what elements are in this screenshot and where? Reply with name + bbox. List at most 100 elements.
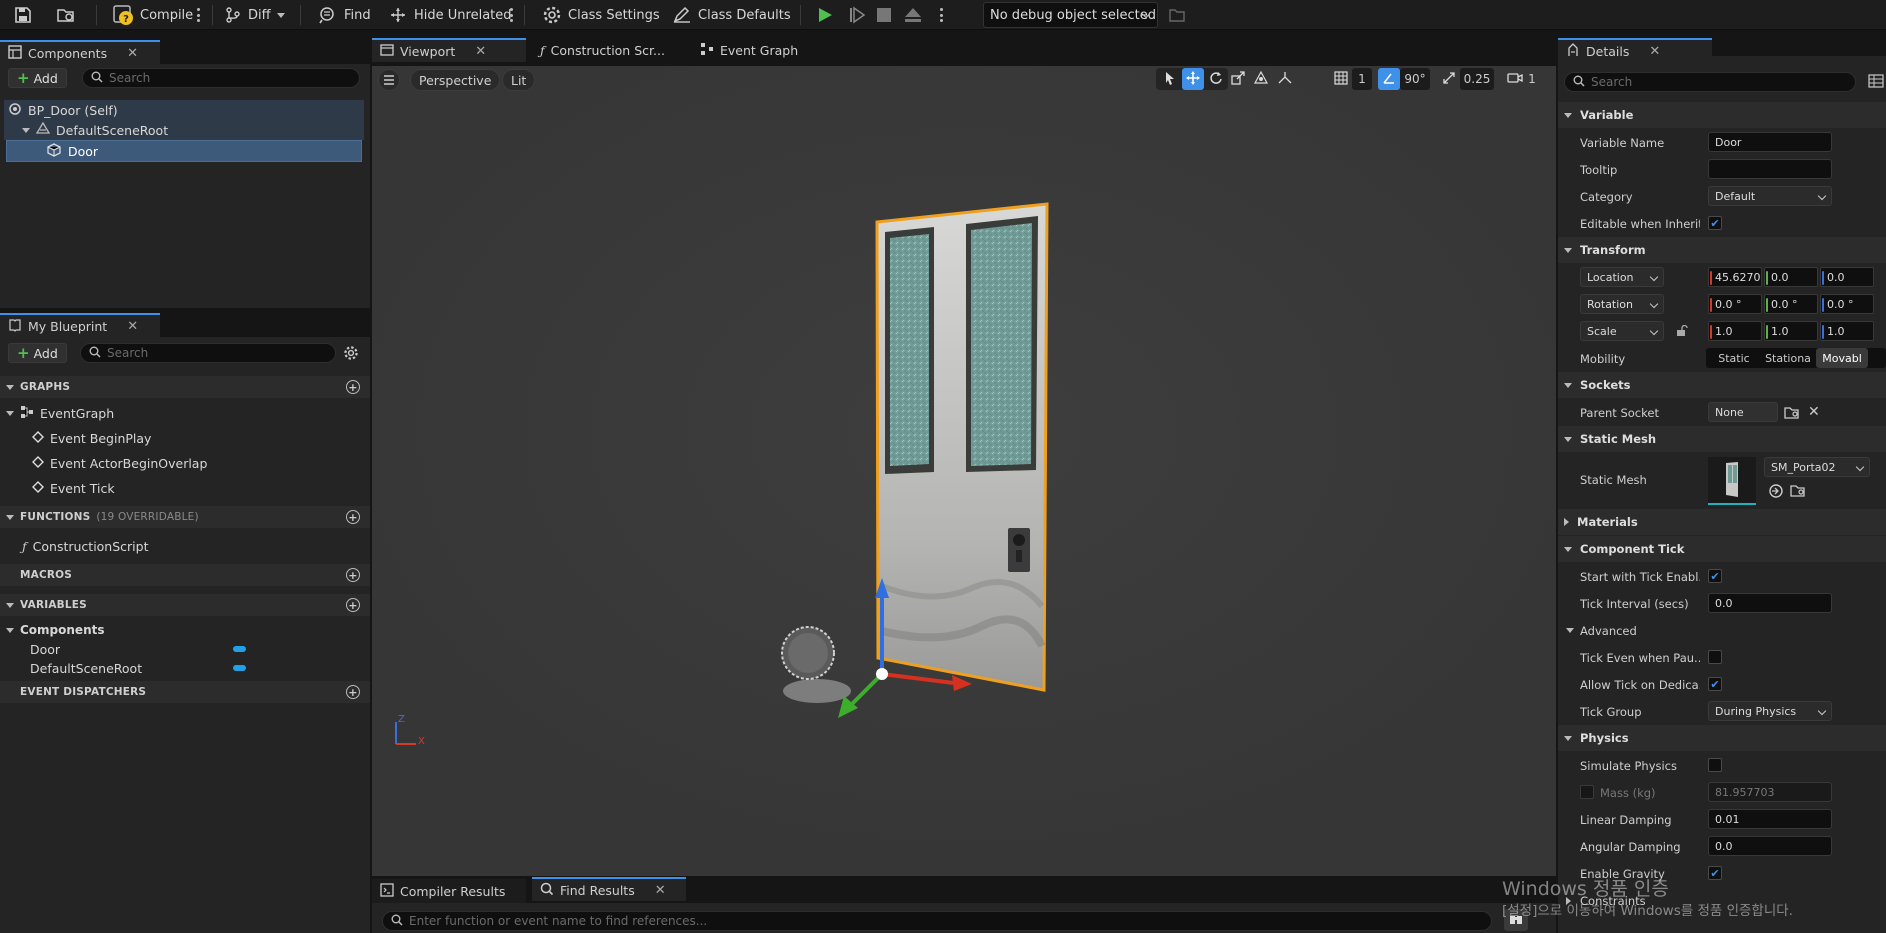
- door-mesh[interactable]: [875, 202, 1049, 692]
- angular-damping-field[interactable]: 0.0: [1708, 836, 1832, 856]
- scale-snap-toggle[interactable]: [1438, 68, 1460, 90]
- location-x-field[interactable]: 45.6270: [1708, 267, 1762, 287]
- category-dropdown[interactable]: Default: [1708, 186, 1832, 206]
- select-mode-button[interactable]: [1160, 68, 1180, 90]
- add-macro-icon[interactable]: +: [346, 568, 360, 582]
- rotation-y-field[interactable]: 0.0 °: [1764, 294, 1818, 314]
- event-dispatchers-section[interactable]: EVENT DISPATCHERS +: [0, 681, 370, 703]
- location-y-field[interactable]: 0.0: [1764, 267, 1818, 287]
- sockets-section[interactable]: Sockets: [1558, 372, 1886, 398]
- class-defaults-button[interactable]: Class Defaults: [668, 0, 795, 30]
- variable-section[interactable]: Variable: [1558, 102, 1886, 128]
- construction-script-item[interactable]: ƒ ConstructionScript: [22, 536, 370, 556]
- linear-damping-field[interactable]: 0.01: [1708, 809, 1832, 829]
- tab-details[interactable]: Details ✕: [1558, 38, 1712, 62]
- static-mesh-dropdown[interactable]: SM_Porta02: [1764, 457, 1870, 477]
- world-local-toggle[interactable]: [1250, 68, 1272, 90]
- component-tick-section[interactable]: Component Tick: [1558, 536, 1886, 562]
- event-tick-item[interactable]: Event Tick: [32, 478, 370, 498]
- eject-button[interactable]: [900, 0, 926, 30]
- rotation-x-field[interactable]: 0.0 °: [1708, 294, 1762, 314]
- grid-snap-toggle[interactable]: [1330, 68, 1352, 90]
- add-function-icon[interactable]: +: [346, 510, 360, 524]
- variable-name-field[interactable]: Door: [1708, 132, 1832, 152]
- my-blueprint-search-input[interactable]: [107, 346, 335, 360]
- tree-item-default-scene-root[interactable]: DefaultSceneRoot: [22, 120, 366, 140]
- hide-unrelated-options-menu[interactable]: [509, 8, 513, 22]
- close-icon[interactable]: ✕: [1649, 44, 1660, 59]
- find-references-input[interactable]: [409, 914, 1491, 928]
- close-icon[interactable]: ✕: [127, 319, 138, 334]
- scale-z-field[interactable]: 1.0: [1820, 321, 1874, 341]
- variable-item-default-scene-root[interactable]: DefaultSceneRoot: [30, 658, 370, 678]
- mass-override-checkbox[interactable]: [1580, 785, 1594, 799]
- transform-section[interactable]: Transform: [1558, 237, 1886, 263]
- tab-my-blueprint[interactable]: My Blueprint ✕: [0, 313, 160, 337]
- tab-components[interactable]: Components ✕: [0, 40, 160, 64]
- gear-icon[interactable]: [343, 345, 359, 364]
- physics-section[interactable]: Physics: [1558, 725, 1886, 751]
- angle-snap-toggle[interactable]: [1378, 68, 1400, 90]
- my-blueprint-search[interactable]: [80, 343, 336, 363]
- event-graph-item[interactable]: EventGraph: [6, 403, 370, 423]
- play-button[interactable]: [812, 0, 838, 30]
- lock-icon[interactable]: [1676, 324, 1688, 340]
- tab-construction-script[interactable]: ƒ Construction Scr...: [532, 38, 682, 62]
- lit-button[interactable]: Lit: [502, 69, 536, 91]
- close-icon[interactable]: ✕: [655, 883, 666, 898]
- components-search-input[interactable]: [109, 71, 359, 85]
- variables-components-category[interactable]: Components: [6, 620, 370, 640]
- event-actor-begin-overlap-item[interactable]: Event ActorBeginOverlap: [32, 453, 370, 473]
- tick-group-dropdown[interactable]: During Physics: [1708, 701, 1832, 721]
- rotation-z-field[interactable]: 0.0 °: [1820, 294, 1874, 314]
- browse-socket-icon[interactable]: [1784, 405, 1800, 422]
- browse-button[interactable]: [52, 0, 80, 30]
- mobility-stationary[interactable]: Stationa: [1762, 348, 1814, 368]
- details-search[interactable]: [1564, 72, 1856, 92]
- advanced-row[interactable]: Advanced: [1558, 617, 1886, 644]
- simulate-physics-checkbox[interactable]: [1708, 758, 1722, 772]
- tree-item-door[interactable]: Door: [46, 141, 366, 161]
- details-search-input[interactable]: [1591, 75, 1855, 89]
- find-button[interactable]: Find: [314, 0, 375, 30]
- rotate-mode-button[interactable]: [1206, 68, 1226, 90]
- use-selected-icon[interactable]: [1768, 483, 1784, 502]
- components-search[interactable]: [82, 68, 360, 88]
- angle-snap-value[interactable]: 90°: [1400, 68, 1430, 90]
- allow-tick-dedicated-checkbox[interactable]: ✔: [1708, 677, 1722, 691]
- find-references-search[interactable]: [382, 911, 1492, 931]
- parent-socket-field[interactable]: None: [1708, 402, 1778, 422]
- tab-find-results[interactable]: Find Results ✕: [532, 877, 686, 901]
- add-dispatcher-icon[interactable]: +: [346, 685, 360, 699]
- functions-section[interactable]: FUNCTIONS (19 OVERRIDABLE) +: [0, 506, 370, 528]
- tree-item-self[interactable]: BP_Door (Self): [8, 100, 366, 120]
- variable-item-door[interactable]: Door: [30, 639, 370, 659]
- scale-mode-button[interactable]: [1228, 68, 1248, 90]
- tab-compiler-results[interactable]: Compiler Results: [372, 879, 526, 903]
- tooltip-field[interactable]: [1708, 159, 1832, 179]
- static-mesh-thumbnail[interactable]: [1708, 457, 1756, 505]
- tick-even-paused-checkbox[interactable]: [1708, 650, 1722, 664]
- scale-y-field[interactable]: 1.0: [1764, 321, 1818, 341]
- scale-x-field[interactable]: 1.0: [1708, 321, 1762, 341]
- camera-speed-button[interactable]: [1504, 68, 1526, 90]
- tab-event-graph[interactable]: Event Graph: [692, 38, 822, 62]
- scale-mode-dropdown[interactable]: Scale: [1580, 321, 1664, 341]
- graphs-section[interactable]: GRAPHS +: [0, 376, 370, 398]
- start-tick-checkbox[interactable]: ✔: [1708, 569, 1722, 583]
- class-settings-button[interactable]: Class Settings: [538, 0, 664, 30]
- diff-button[interactable]: Diff: [220, 0, 289, 30]
- add-member-button[interactable]: + Add: [8, 343, 67, 363]
- debug-object-select[interactable]: No debug object selected: [983, 2, 1158, 28]
- mobility-static[interactable]: Static: [1708, 348, 1760, 368]
- editable-checkbox[interactable]: ✔: [1708, 216, 1722, 230]
- add-graph-icon[interactable]: +: [346, 380, 360, 394]
- compile-button[interactable]: ? Compile: [108, 0, 197, 30]
- location-z-field[interactable]: 0.0: [1820, 267, 1874, 287]
- surface-snap-toggle[interactable]: [1274, 68, 1296, 90]
- scale-snap-value[interactable]: 0.25: [1460, 68, 1494, 90]
- tick-interval-field[interactable]: 0.0: [1708, 593, 1832, 613]
- translate-mode-button[interactable]: [1182, 68, 1204, 90]
- mobility-movable[interactable]: Movabl: [1816, 348, 1868, 368]
- add-component-button[interactable]: + Add: [8, 68, 67, 88]
